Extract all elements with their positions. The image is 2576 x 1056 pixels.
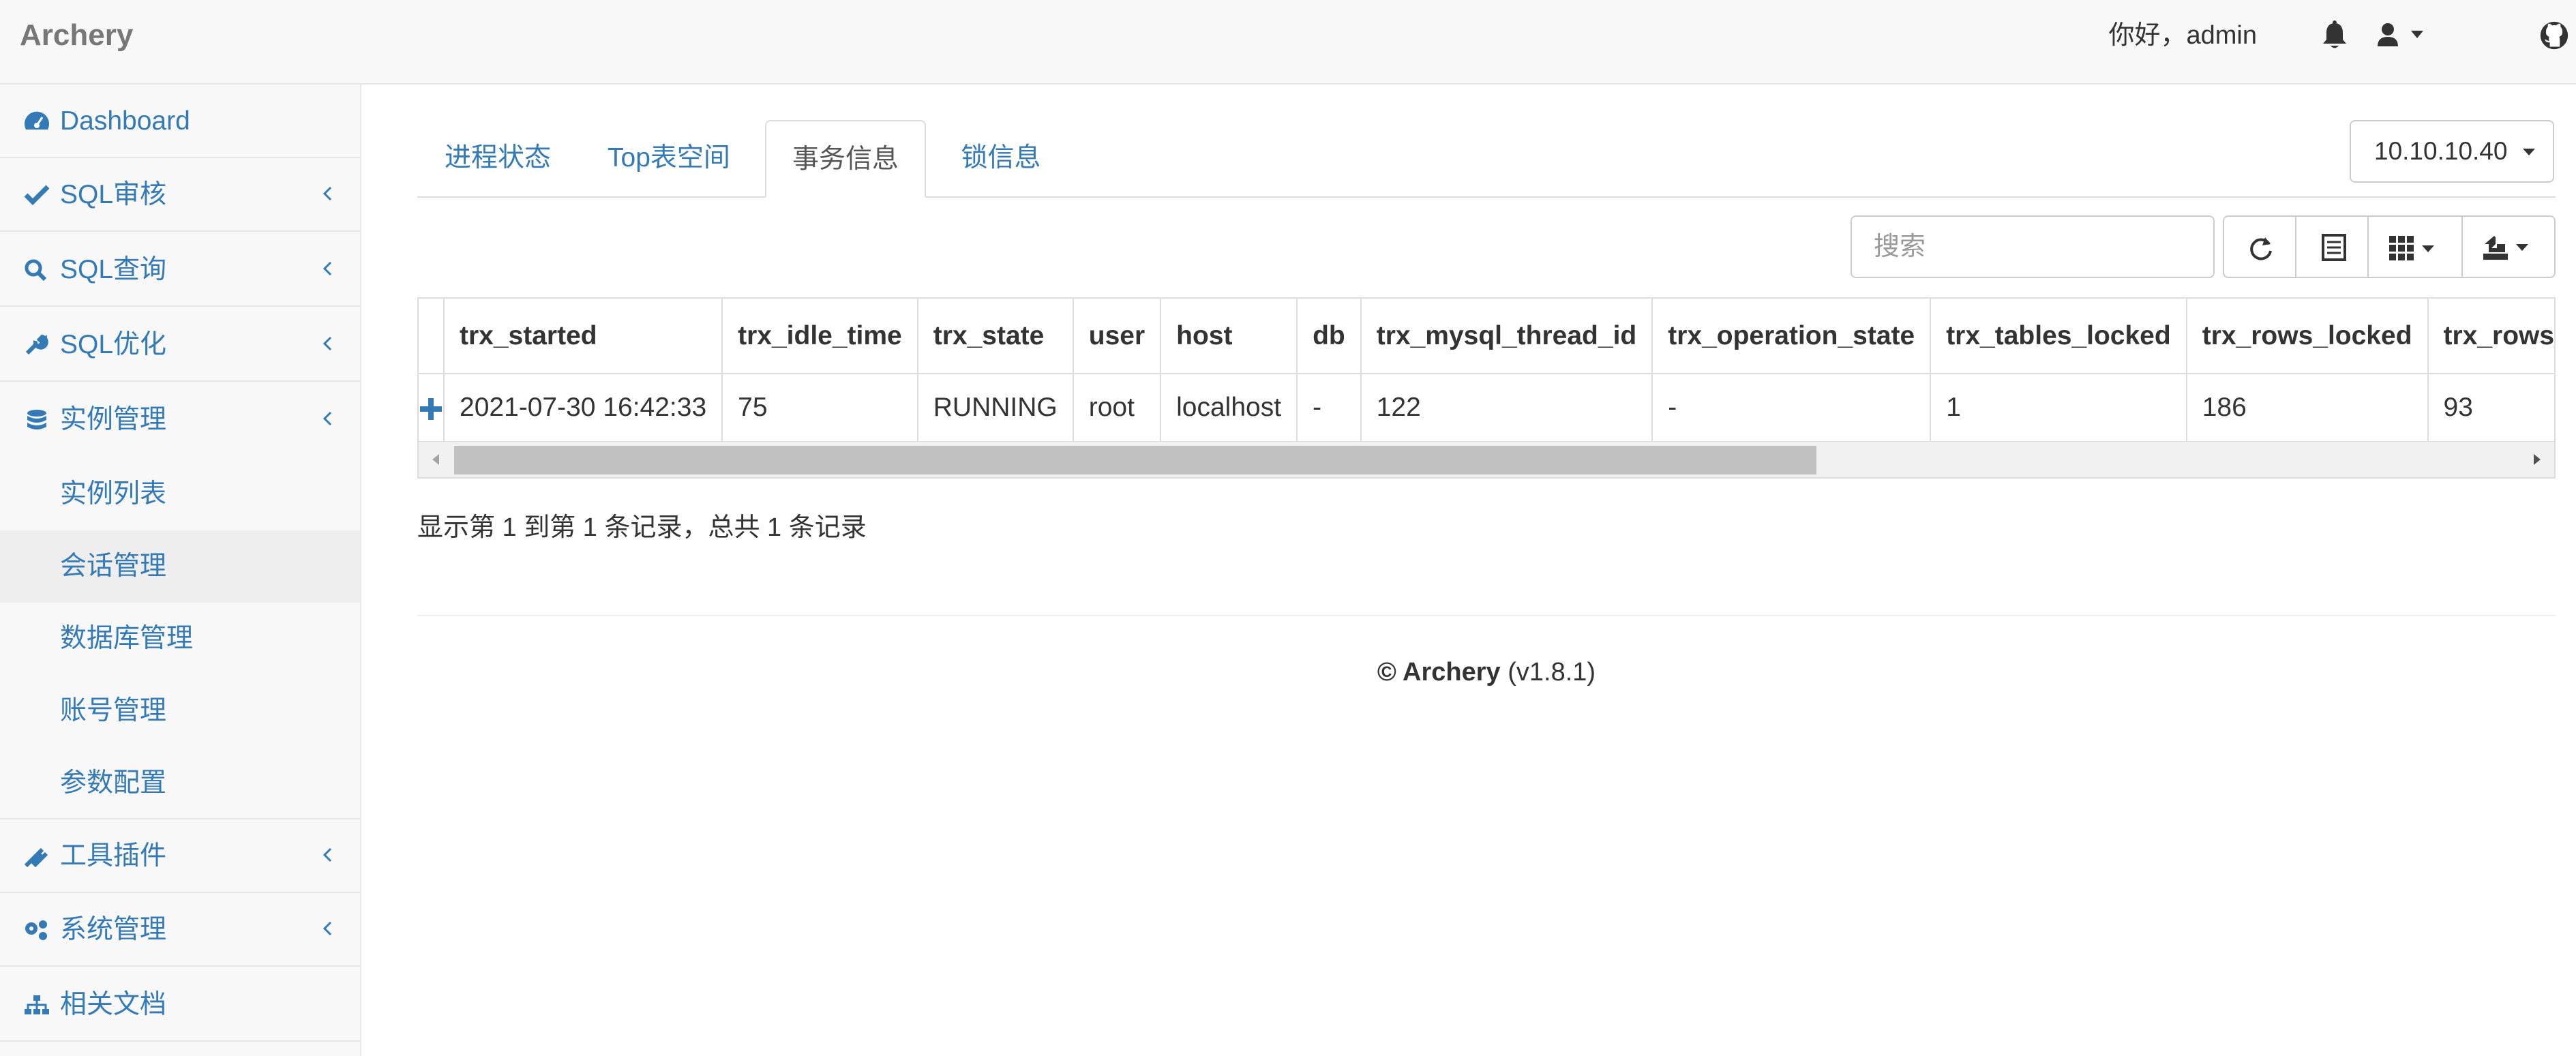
wrench-icon	[25, 334, 48, 355]
table-row: 2021-07-30 16:42:33 75 RUNNING root loca…	[419, 374, 2554, 442]
plus-icon	[420, 397, 442, 420]
sidebar-subitem-label: 参数配置	[60, 768, 167, 798]
sidebar-item-sql-query[interactable]: SQL查询	[0, 233, 360, 307]
tab-top-tablespace[interactable]: Top表空间	[578, 120, 760, 196]
search-input[interactable]	[1851, 215, 2215, 278]
column-header[interactable]: trx_operation_state	[1652, 299, 1932, 374]
table-cell: root	[1073, 374, 1162, 442]
dashboard-icon	[25, 111, 49, 130]
column-header[interactable]: trx_rows_locked	[2186, 299, 2429, 374]
chevron-left-icon	[323, 411, 332, 426]
column-header[interactable]: trx_started	[444, 299, 723, 374]
sidebar-subitem-label: 会话管理	[60, 552, 167, 581]
tab-transaction-info[interactable]: 事务信息	[765, 120, 926, 198]
footer-copyright: © Archery	[1377, 658, 1501, 687]
instance-selector[interactable]: 10.10.10.40	[2350, 120, 2554, 183]
sidebar: Dashboard SQL审核 SQL查询 SQL优化 实例管理 实例列表 会话…	[0, 85, 361, 1056]
search-icon	[25, 259, 47, 281]
sidebar-item-label: SQL优化	[60, 330, 167, 359]
footer: © Archery (v1.8.1)	[0, 654, 2576, 690]
sidebar-subitem-session-management[interactable]: 会话管理	[0, 530, 360, 603]
columns-icon	[2389, 236, 2434, 260]
column-header[interactable]: trx_idle_time	[722, 299, 918, 374]
refresh-icon	[2250, 237, 2272, 260]
table-header-row: trx_started trx_idle_time trx_state user…	[419, 299, 2554, 374]
sidebar-subitem-parameter-config[interactable]: 参数配置	[0, 747, 360, 819]
sidebar-subitem-label: 账号管理	[60, 696, 167, 725]
sidebar-item-label: 工具插件	[60, 841, 167, 871]
sidebar-subitem-label: 数据库管理	[60, 624, 194, 653]
gears-icon	[25, 920, 47, 940]
refresh-button[interactable]	[2223, 215, 2296, 278]
toggle-view-button[interactable]	[2295, 215, 2369, 278]
github-icon[interactable]	[2538, 20, 2571, 50]
table-cell: 122	[1360, 374, 1653, 442]
sidebar-item-label: SQL查询	[60, 255, 167, 284]
column-header[interactable]: trx_rows_modified	[2427, 299, 2554, 374]
sidebar-item-label: SQL审核	[60, 180, 167, 209]
chevron-left-icon	[323, 336, 332, 351]
sidebar-item-label: Dashboard	[60, 106, 190, 136]
columns-button[interactable]	[2367, 215, 2463, 278]
footer-divider	[417, 615, 2556, 616]
sidebar-subitem-instance-list[interactable]: 实例列表	[0, 458, 360, 530]
sidebar-item-instance-management[interactable]: 实例管理	[0, 383, 360, 457]
sidebar-item-label: 实例管理	[60, 405, 167, 434]
pagination-info: 显示第 1 到第 1 条记录，总共 1 条记录	[417, 513, 867, 542]
tab-bar: 进程状态 Top表空间 事务信息 锁信息	[417, 120, 2556, 198]
column-header[interactable]: trx_mysql_thread_id	[1360, 299, 1653, 374]
chevron-left-icon	[323, 186, 332, 201]
table-cell: 1	[1930, 374, 2187, 442]
table-cell: -	[1297, 374, 1362, 442]
caret-down-icon	[2523, 149, 2535, 155]
scroll-right-icon[interactable]	[2532, 453, 2542, 466]
sidebar-item-label: 系统管理	[60, 915, 167, 944]
sidebar-subitem-label: 实例列表	[60, 479, 167, 509]
table-cell: 93	[2427, 374, 2554, 442]
column-header[interactable]: trx_tables_locked	[1930, 299, 2187, 374]
table-cell: 75	[722, 374, 918, 442]
user-icon[interactable]	[2376, 20, 2436, 50]
horizontal-scrollbar[interactable]	[419, 442, 2554, 477]
instance-selector-value: 10.10.10.40	[2374, 137, 2508, 165]
column-header[interactable]: user	[1073, 299, 1162, 374]
tab-lock-info[interactable]: 锁信息	[926, 120, 1076, 196]
export-button[interactable]	[2461, 215, 2556, 278]
column-header[interactable]: trx_state	[917, 299, 1074, 374]
toggle-view-icon	[2322, 234, 2346, 261]
transactions-table: trx_started trx_idle_time trx_state user…	[417, 297, 2556, 479]
expander-header	[419, 299, 445, 374]
footer-version: (v1.8.1)	[1508, 658, 1596, 687]
sidebar-item-label: 相关文档	[60, 990, 167, 1019]
sidebar-item-dashboard[interactable]: Dashboard	[0, 85, 360, 158]
plug-icon	[24, 847, 48, 867]
sidebar-item-system-management[interactable]: 系统管理	[0, 893, 360, 967]
expand-row-button[interactable]	[419, 374, 445, 442]
chevron-left-icon	[323, 847, 332, 862]
export-icon	[2483, 236, 2528, 260]
user-greeting: 你好，admin	[2108, 21, 2258, 50]
column-header[interactable]: host	[1160, 299, 1298, 374]
table-cell: localhost	[1160, 374, 1298, 442]
sidebar-item-tools[interactable]: 工具插件	[0, 819, 360, 893]
database-icon	[27, 410, 46, 429]
chevron-left-icon	[323, 921, 332, 936]
sitemap-icon	[25, 995, 49, 1014]
table-cell: 2021-07-30 16:42:33	[444, 374, 723, 442]
scrollbar-thumb[interactable]	[454, 446, 1816, 474]
sidebar-item-sql-optimize[interactable]: SQL优化	[0, 308, 360, 382]
table-cell: -	[1652, 374, 1932, 442]
table-cell: 186	[2186, 374, 2429, 442]
sidebar-item-sql-review[interactable]: SQL审核	[0, 158, 360, 232]
column-header[interactable]: db	[1297, 299, 1362, 374]
check-icon	[24, 185, 50, 205]
bell-icon[interactable]	[2321, 20, 2348, 50]
table-cell: RUNNING	[917, 374, 1074, 442]
sidebar-item-docs[interactable]: 相关文档	[0, 968, 360, 1042]
scroll-left-icon[interactable]	[431, 453, 440, 466]
top-navbar: Archery 你好，admin	[0, 0, 2576, 85]
chevron-left-icon	[323, 261, 332, 276]
tab-process-status[interactable]: 进程状态	[417, 120, 578, 196]
brand-logo[interactable]: Archery	[20, 16, 133, 55]
